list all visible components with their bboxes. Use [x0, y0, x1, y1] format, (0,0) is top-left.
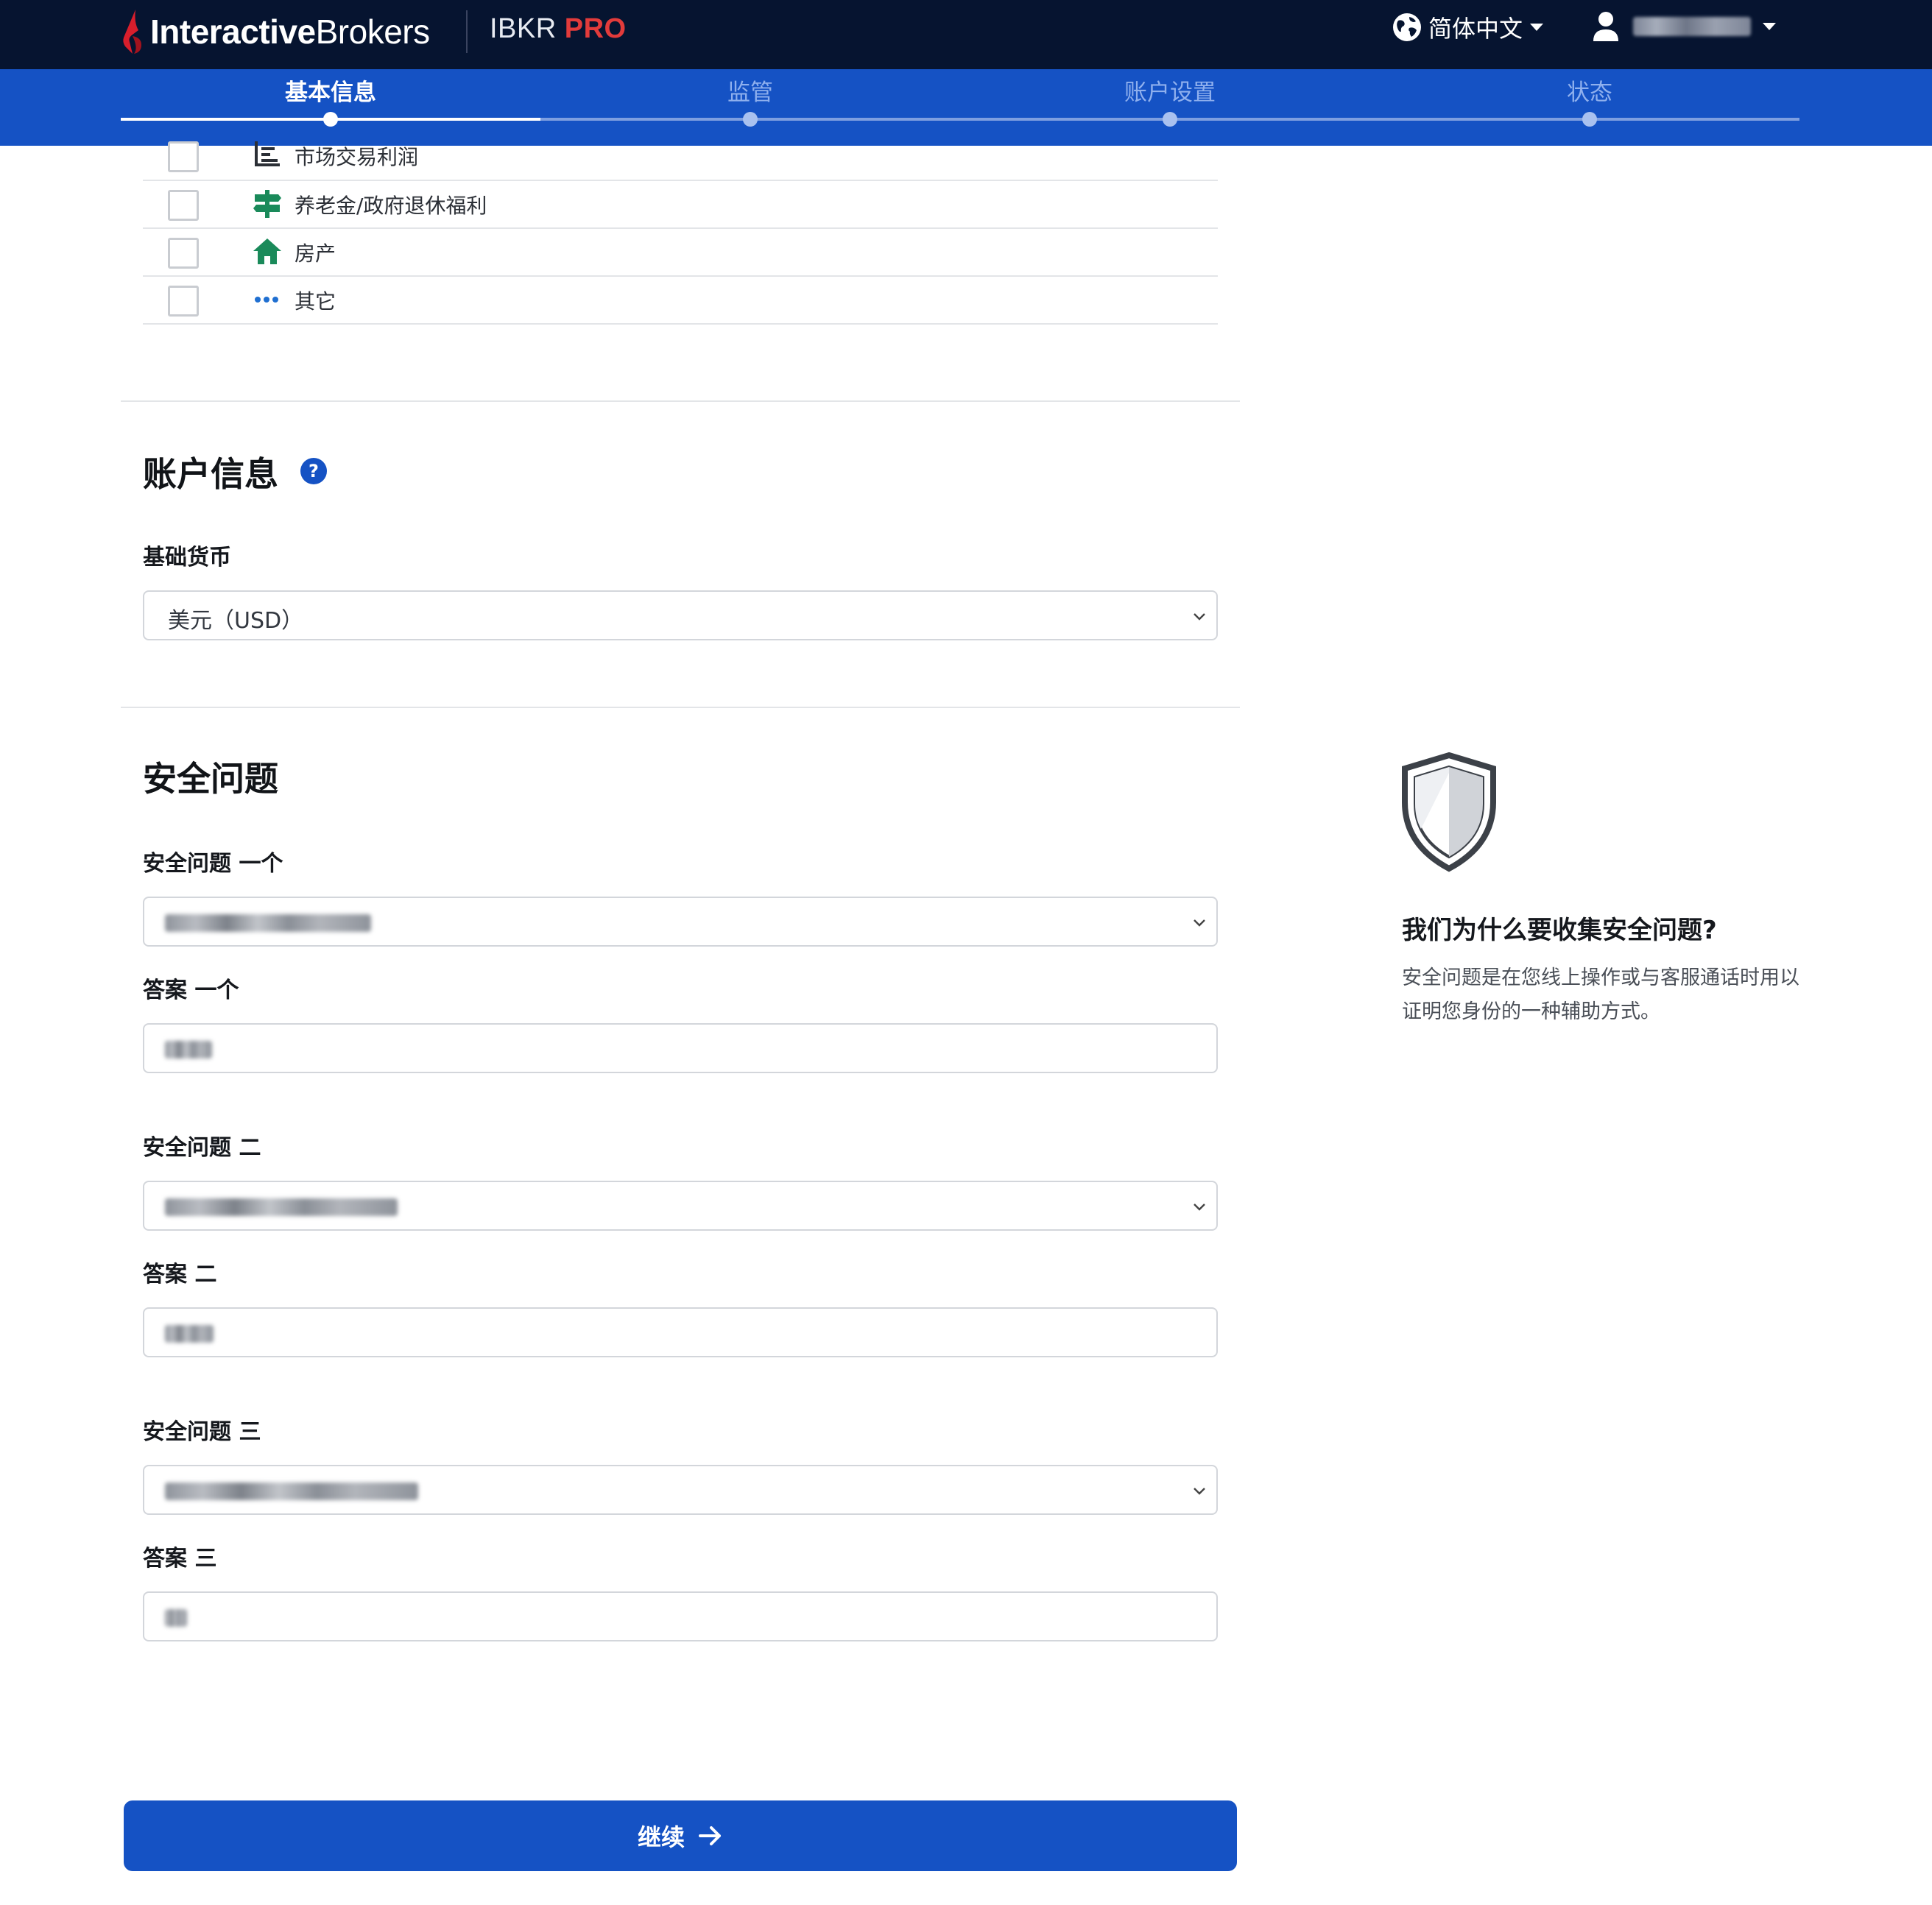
security-question-3-label: 安全问题 三: [143, 1419, 261, 1445]
side-panel-title: 我们为什么要收集安全问题?: [1402, 916, 1717, 945]
checkbox-other[interactable]: [168, 286, 199, 317]
answer-3-input[interactable]: [143, 1591, 1218, 1641]
income-label: 养老金/政府退休福利: [295, 194, 487, 218]
list-item: 房产: [143, 229, 1218, 277]
list-item: 养老金/政府退休福利: [143, 181, 1218, 229]
security-question-1-select[interactable]: [143, 897, 1218, 947]
checkbox-pension[interactable]: [168, 190, 199, 221]
checkbox-real-estate[interactable]: [168, 238, 199, 269]
base-currency-select[interactable]: 美元（USD）: [143, 590, 1218, 640]
username-redacted: [1633, 17, 1751, 36]
chevron-down-icon: [1194, 1488, 1205, 1495]
side-panel-text: 安全问题是在您线上操作或与客服通话时用以证明您身份的一种辅助方式。: [1402, 966, 1799, 1023]
step-account-settings[interactable]: 账户设置: [1060, 74, 1280, 107]
user-menu[interactable]: [1592, 10, 1776, 43]
logo-separator: [466, 10, 468, 53]
answer-2-input[interactable]: [143, 1307, 1218, 1357]
arrow-right-icon: [699, 1826, 721, 1845]
chart-icon: [255, 141, 280, 166]
account-info-title: 账户信息: [143, 454, 278, 494]
redacted-answer: [165, 1041, 212, 1058]
chevron-down-icon: [1194, 1204, 1205, 1211]
continue-label: 继续: [637, 1823, 685, 1851]
language-label: 简体中文: [1428, 15, 1523, 43]
redacted-question: [165, 1198, 398, 1216]
chevron-down-icon: [1194, 613, 1205, 621]
step-dot-regulatory: [743, 112, 758, 127]
step-dot-basic-info: [323, 112, 338, 127]
income-label: 房产: [295, 241, 336, 266]
answer-2-label: 答案 二: [143, 1262, 217, 1287]
signpost-icon: [253, 190, 281, 218]
top-navbar: InteractiveBrokers IBKR PRO 简体中文: [0, 0, 1932, 69]
security-question-1-label: 安全问题 一个: [143, 851, 283, 877]
answer-3-label: 答案 三: [143, 1546, 217, 1572]
globe-icon: [1393, 13, 1421, 41]
language-selector[interactable]: 简体中文: [1392, 10, 1544, 44]
checkbox-market-profits[interactable]: [168, 141, 199, 172]
chevron-down-icon: [1530, 24, 1544, 31]
house-icon: [253, 238, 281, 264]
section-divider: [121, 400, 1240, 402]
product-name: IBKR PRO: [490, 13, 627, 44]
interactive-brokers-logo[interactable]: InteractiveBrokers: [119, 6, 430, 57]
list-item: 其它: [143, 277, 1218, 325]
step-dot-account-settings: [1163, 112, 1177, 127]
step-status[interactable]: 状态: [1479, 74, 1700, 107]
continue-button[interactable]: 继续: [124, 1800, 1237, 1871]
user-icon: [1593, 12, 1618, 41]
list-item: 市场交易利润: [143, 132, 1218, 181]
step-dot-status: [1582, 112, 1597, 127]
step-basic-info[interactable]: 基本信息: [220, 74, 441, 107]
chevron-down-icon: [1763, 23, 1776, 30]
redacted-answer: [165, 1609, 187, 1627]
income-label: 其它: [295, 289, 336, 314]
security-question-2-select[interactable]: [143, 1181, 1218, 1231]
redacted-answer: [165, 1325, 214, 1343]
chevron-down-icon: [1194, 919, 1205, 927]
ib-flame-logo-icon: [123, 10, 141, 54]
section-divider: [121, 707, 1240, 708]
more-icon: [255, 297, 278, 303]
help-icon[interactable]: ?: [300, 458, 327, 484]
step-regulatory[interactable]: 监管: [640, 74, 861, 107]
security-questions-title: 安全问题: [143, 759, 278, 799]
shield-icon: [1402, 752, 1496, 872]
base-currency-value: 美元（USD）: [168, 608, 304, 634]
answer-1-label: 答案 一个: [143, 978, 239, 1003]
security-question-2-label: 安全问题 二: [143, 1135, 261, 1161]
redacted-question: [165, 1482, 418, 1500]
answer-1-input[interactable]: [143, 1023, 1218, 1073]
security-question-3-select[interactable]: [143, 1465, 1218, 1515]
brand-name: InteractiveBrokers: [150, 13, 430, 51]
income-label: 市场交易利润: [295, 145, 419, 169]
base-currency-label: 基础货币: [143, 545, 231, 570]
redacted-question: [165, 914, 371, 932]
